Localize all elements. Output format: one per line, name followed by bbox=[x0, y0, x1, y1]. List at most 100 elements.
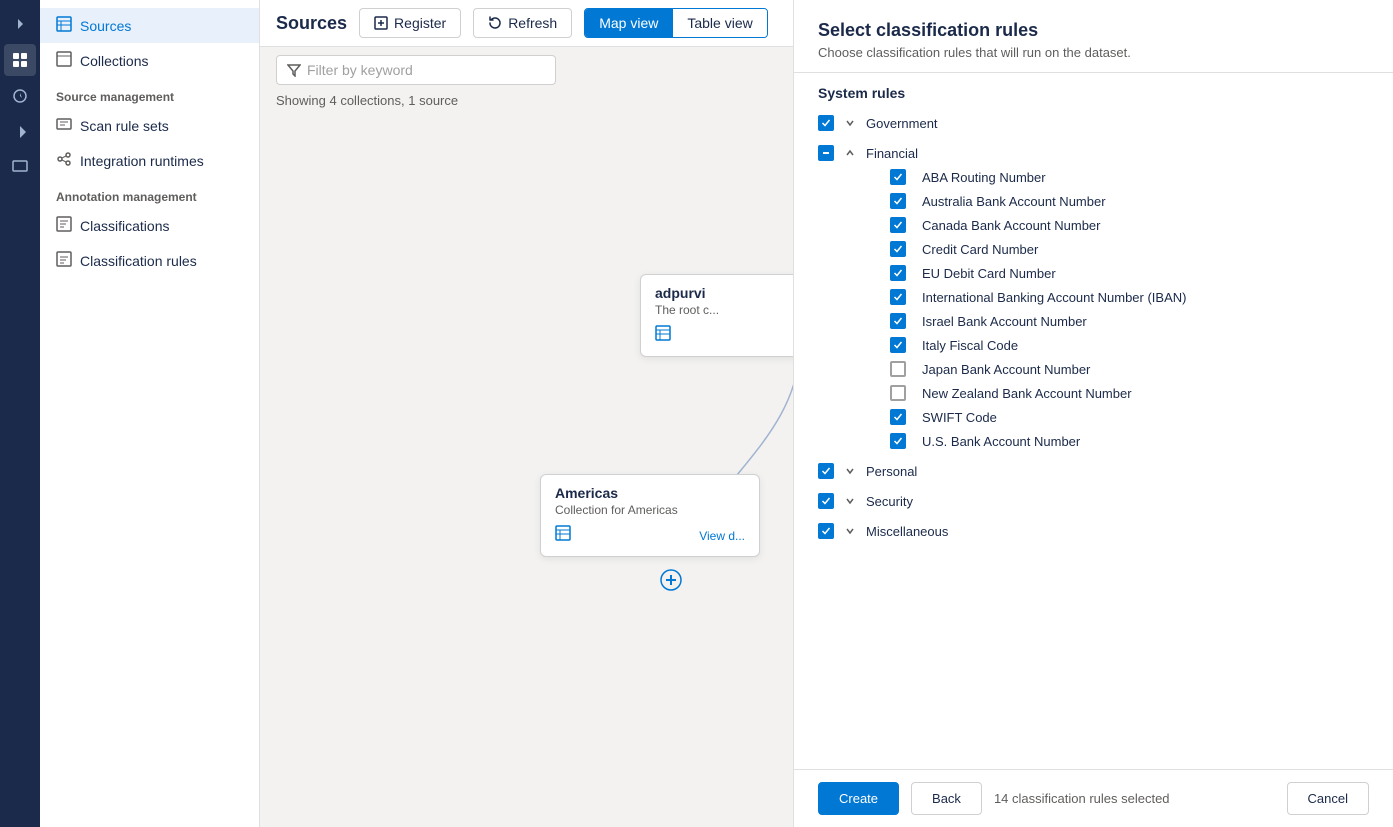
italy-fiscal-checkbox[interactable] bbox=[890, 337, 906, 353]
us-bank-checkbox[interactable] bbox=[890, 433, 906, 449]
personal-row: Personal bbox=[818, 459, 1369, 483]
israel-bank-label: Israel Bank Account Number bbox=[922, 314, 1087, 329]
classifications-icon bbox=[56, 216, 72, 235]
nav-icon-3[interactable] bbox=[4, 116, 36, 148]
financial-row: Financial bbox=[818, 141, 1369, 165]
right-panel: Select classification rules Choose class… bbox=[793, 0, 1393, 827]
eu-debit-row: EU Debit Card Number bbox=[818, 261, 1369, 285]
nav-icon-2[interactable] bbox=[4, 80, 36, 112]
data-catalog-icon[interactable] bbox=[4, 44, 36, 76]
showing-text: Showing 4 collections, 1 source bbox=[260, 93, 793, 114]
nz-bank-checkbox[interactable] bbox=[890, 385, 906, 401]
personal-chevron[interactable] bbox=[842, 463, 858, 479]
create-button[interactable]: Create bbox=[818, 782, 899, 815]
back-button[interactable]: Back bbox=[911, 782, 982, 815]
cancel-button[interactable]: Cancel bbox=[1287, 782, 1369, 815]
canada-bank-checkbox[interactable] bbox=[890, 217, 906, 233]
sidebar-item-classification-rules[interactable]: Classification rules bbox=[40, 243, 259, 278]
swift-row: SWIFT Code bbox=[818, 405, 1369, 429]
connector-lines bbox=[260, 114, 793, 827]
right-panel-body: System rules Government bbox=[794, 73, 1393, 769]
sidebar-item-integration-runtimes[interactable]: Integration runtimes bbox=[40, 143, 259, 178]
eu-debit-label: EU Debit Card Number bbox=[922, 266, 1056, 281]
security-chevron[interactable] bbox=[842, 493, 858, 509]
filter-icon bbox=[287, 63, 301, 77]
credit-card-row: Credit Card Number bbox=[818, 237, 1369, 261]
financial-label: Financial bbox=[866, 146, 918, 161]
italy-fiscal-label: Italy Fiscal Code bbox=[922, 338, 1018, 353]
security-row: Security bbox=[818, 489, 1369, 513]
table-view-label: Table view bbox=[687, 15, 752, 31]
eu-debit-checkbox[interactable] bbox=[890, 265, 906, 281]
swift-label: SWIFT Code bbox=[922, 410, 997, 425]
credit-card-label: Credit Card Number bbox=[922, 242, 1038, 257]
register-button[interactable]: Register bbox=[359, 8, 461, 38]
add-collection-button[interactable] bbox=[660, 569, 682, 597]
sidebar-item-classifications[interactable]: Classifications bbox=[40, 208, 259, 243]
sidebar-item-collections[interactable]: Collections bbox=[40, 43, 259, 78]
scan-icon bbox=[56, 116, 72, 135]
aba-row: ABA Routing Number bbox=[818, 165, 1369, 189]
refresh-button[interactable]: Refresh bbox=[473, 8, 572, 38]
miscellaneous-label: Miscellaneous bbox=[866, 524, 948, 539]
us-bank-row: U.S. Bank Account Number bbox=[818, 429, 1369, 453]
sidebar-item-scan-label: Scan rule sets bbox=[80, 118, 169, 134]
map-view-label: Map view bbox=[599, 15, 658, 31]
right-panel-footer: Create Back 14 classification rules sele… bbox=[794, 769, 1393, 827]
system-rules-label: System rules bbox=[818, 85, 1369, 101]
iban-checkbox[interactable] bbox=[890, 289, 906, 305]
panel-title: Select classification rules bbox=[818, 20, 1369, 41]
icon-rail bbox=[0, 0, 40, 827]
miscellaneous-checkbox[interactable] bbox=[818, 523, 834, 539]
refresh-label: Refresh bbox=[508, 15, 557, 31]
security-label: Security bbox=[866, 494, 913, 509]
sidebar-item-classifications-label: Classifications bbox=[80, 218, 169, 234]
table-view-button[interactable]: Table view bbox=[672, 9, 766, 37]
americas-node: Americas Collection for Americas View d.… bbox=[540, 474, 760, 557]
map-view-button[interactable]: Map view bbox=[585, 9, 672, 37]
nz-bank-label: New Zealand Bank Account Number bbox=[922, 386, 1132, 401]
sidebar-item-scan-rule-sets[interactable]: Scan rule sets bbox=[40, 108, 259, 143]
view-toggle: Map view Table view bbox=[584, 8, 768, 38]
filter-bar: Filter by keyword bbox=[260, 47, 793, 93]
israel-bank-checkbox[interactable] bbox=[890, 313, 906, 329]
right-panel-header: Select classification rules Choose class… bbox=[794, 0, 1393, 73]
nav-icon-4[interactable] bbox=[4, 152, 36, 184]
sidebar-item-sources[interactable]: Sources bbox=[40, 8, 259, 43]
japan-bank-checkbox[interactable] bbox=[890, 361, 906, 377]
government-checkbox[interactable] bbox=[818, 115, 834, 131]
swift-checkbox[interactable] bbox=[890, 409, 906, 425]
aus-bank-row: Australia Bank Account Number bbox=[818, 189, 1369, 213]
nz-bank-row: New Zealand Bank Account Number bbox=[818, 381, 1369, 405]
miscellaneous-chevron[interactable] bbox=[842, 523, 858, 539]
main-content: Sources Register Refresh Map view Table … bbox=[260, 0, 793, 827]
annotation-management-section: Annotation management bbox=[40, 178, 259, 208]
personal-checkbox[interactable] bbox=[818, 463, 834, 479]
adpurvi-node: adpurvi The root c... bbox=[640, 274, 793, 357]
map-area: adpurvi The root c... Americas Collectio… bbox=[260, 114, 793, 827]
personal-label: Personal bbox=[866, 464, 917, 479]
financial-checkbox[interactable] bbox=[818, 145, 834, 161]
iban-label: International Banking Account Number (IB… bbox=[922, 290, 1186, 305]
sidebar-item-classification-rules-label: Classification rules bbox=[80, 253, 197, 269]
financial-group: Financial ABA Routing Number Australia B… bbox=[818, 141, 1369, 453]
americas-title: Americas bbox=[555, 485, 745, 501]
filter-input-container[interactable]: Filter by keyword bbox=[276, 55, 556, 85]
miscellaneous-group: Miscellaneous bbox=[818, 519, 1369, 543]
credit-card-checkbox[interactable] bbox=[890, 241, 906, 257]
sidebar-item-collections-label: Collections bbox=[80, 53, 148, 69]
government-chevron[interactable] bbox=[842, 115, 858, 131]
government-row: Government bbox=[818, 111, 1369, 135]
view-details-link[interactable]: View d... bbox=[699, 529, 745, 543]
expand-icon[interactable] bbox=[4, 8, 36, 40]
government-label: Government bbox=[866, 116, 938, 131]
aba-label: ABA Routing Number bbox=[922, 170, 1046, 185]
source-management-section: Source management bbox=[40, 78, 259, 108]
aus-bank-checkbox[interactable] bbox=[890, 193, 906, 209]
sidebar: Sources Collections Source management Sc… bbox=[40, 0, 260, 827]
sidebar-item-integration-label: Integration runtimes bbox=[80, 153, 204, 169]
aba-checkbox[interactable] bbox=[890, 169, 906, 185]
miscellaneous-row: Miscellaneous bbox=[818, 519, 1369, 543]
financial-chevron[interactable] bbox=[842, 145, 858, 161]
security-checkbox[interactable] bbox=[818, 493, 834, 509]
